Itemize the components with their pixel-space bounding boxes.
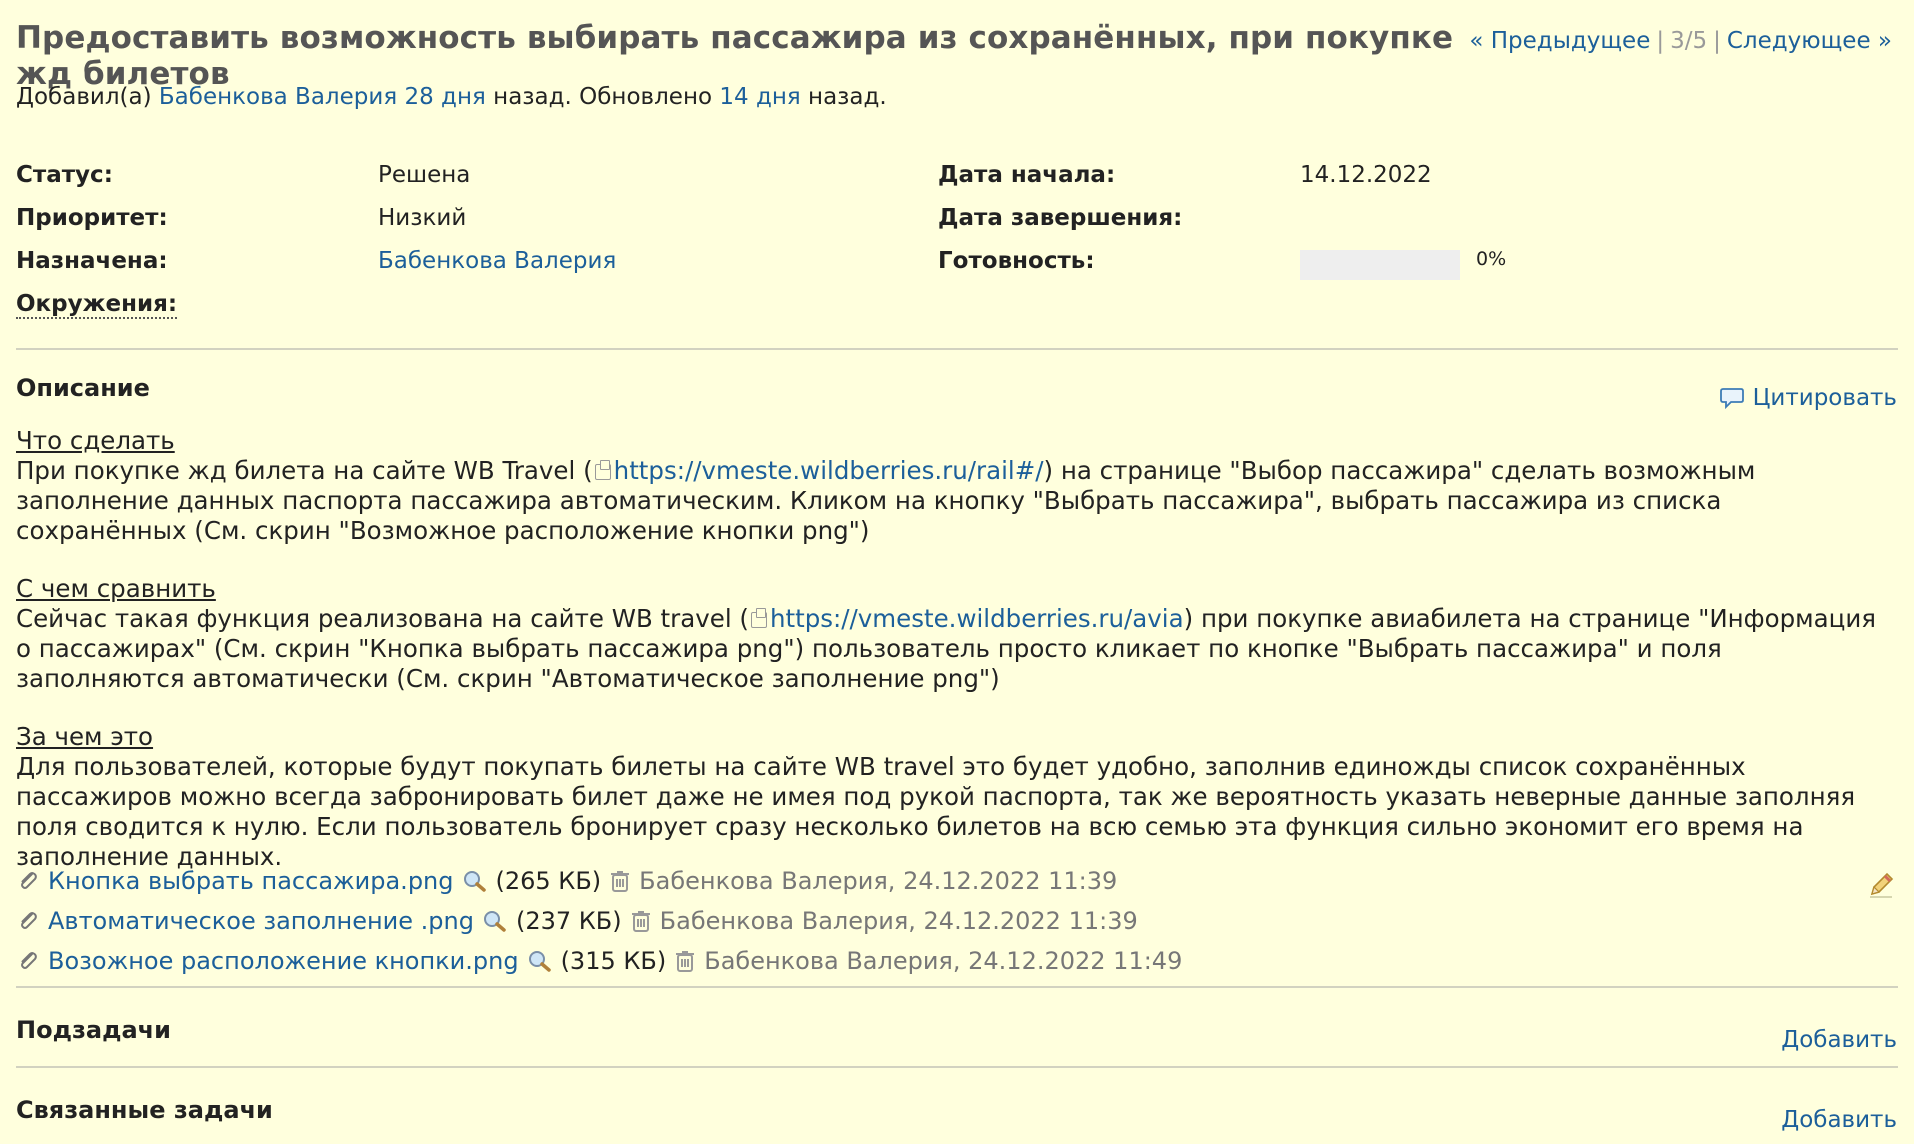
- added-ago-link[interactable]: 28 дня: [404, 84, 485, 110]
- attachment-item: Возожное расположение кнопки.png (315 КБ…: [16, 944, 1182, 978]
- attachment-meta: Бабенкова Валерия, 24.12.2022 11:39: [659, 907, 1138, 935]
- status-label: Статус:: [16, 162, 113, 188]
- paperclip-icon: [21, 912, 37, 929]
- updated-ago-link[interactable]: 14 дня: [719, 84, 800, 110]
- author-prefix: Добавил(а): [16, 84, 152, 110]
- add-subtask-link[interactable]: Добавить: [1781, 1027, 1897, 1053]
- attachment-link[interactable]: Возожное расположение кнопки.png: [48, 947, 519, 975]
- trash-icon[interactable]: [674, 949, 696, 973]
- attachment-item: Автоматическое заполнение .png (237 КБ) …: [16, 904, 1138, 938]
- add-relation-link[interactable]: Добавить: [1781, 1107, 1897, 1133]
- compare-subtitle: С чем сравнить: [16, 574, 216, 603]
- issue-header: Предоставить возможность выбирать пассаж…: [16, 20, 1892, 92]
- nav-separator: |: [1656, 28, 1665, 54]
- author-line: Добавил(а) Бабенкова Валерия 28 дня наза…: [16, 84, 887, 110]
- paperclip-icon: [21, 952, 37, 969]
- environment-label[interactable]: Окружения:: [16, 291, 178, 319]
- author-link[interactable]: Бабенкова Валерия: [159, 84, 397, 110]
- attachment-item: Кнопка выбрать пассажира.png (265 КБ) Ба…: [16, 864, 1117, 898]
- divider: [16, 1066, 1898, 1068]
- updated-text: назад. Обновлено: [493, 84, 713, 110]
- attachment-size: (315 КБ): [560, 947, 667, 975]
- what-subtitle: Что сделать: [16, 426, 175, 455]
- priority-label: Приоритет:: [16, 205, 168, 231]
- attachment-link[interactable]: Автоматическое заполнение .png: [48, 907, 474, 935]
- avia-link[interactable]: https://vmeste.wildberries.ru/avia: [770, 604, 1184, 633]
- related-issues-heading: Связанные задачи: [16, 1096, 273, 1124]
- divider: [16, 986, 1898, 988]
- issue-title: Предоставить возможность выбирать пассаж…: [16, 20, 1454, 92]
- subtasks-heading: Подзадачи: [16, 1016, 171, 1044]
- next-issue-link[interactable]: Следующее »: [1727, 28, 1892, 54]
- quote-button[interactable]: Цитировать: [1719, 385, 1897, 411]
- external-link-icon: [750, 608, 767, 628]
- progress-percent: 0%: [1476, 248, 1507, 270]
- external-link-icon: [594, 460, 611, 480]
- why-paragraph: Для пользователей, которые будут покупат…: [16, 752, 1856, 871]
- start-date-label: Дата начала:: [938, 162, 1116, 188]
- progress-bar: [1300, 250, 1460, 280]
- prev-issue-link[interactable]: « Предыдущее: [1469, 28, 1650, 54]
- start-date-value: 14.12.2022: [1300, 162, 1432, 188]
- status-value: Решена: [378, 162, 471, 188]
- due-date-label: Дата завершения:: [938, 205, 1183, 231]
- attachment-link[interactable]: Кнопка выбрать пассажира.png: [48, 867, 454, 895]
- done-ratio-label: Готовность:: [938, 248, 1095, 274]
- nav-separator: |: [1713, 28, 1721, 54]
- compare-text-pre: Сейчас такая функция реализована на сайт…: [16, 604, 749, 633]
- trash-icon[interactable]: [609, 869, 631, 893]
- speech-bubble-icon: [1719, 388, 1744, 410]
- issue-navigation: « Предыдущее | 3/5 | Следующее »: [1469, 28, 1892, 54]
- pencil-icon[interactable]: [1866, 870, 1896, 900]
- magnifier-icon[interactable]: [462, 869, 488, 893]
- trash-icon[interactable]: [630, 909, 652, 933]
- what-paragraph: При покупке жд билета на сайте WB Travel…: [16, 456, 1896, 546]
- magnifier-icon[interactable]: [527, 949, 553, 973]
- description-body: Что сделать При покупке жд билета на сай…: [16, 426, 1896, 900]
- divider: [16, 348, 1898, 350]
- paperclip-icon: [21, 872, 37, 889]
- attachment-meta: Бабенкова Валерия, 24.12.2022 11:49: [704, 947, 1183, 975]
- issue-position: 3/5: [1670, 28, 1708, 54]
- priority-value: Низкий: [378, 205, 467, 231]
- what-text-pre: При покупке жд билета на сайте WB Travel…: [16, 456, 593, 485]
- attachment-size: (265 КБ): [495, 867, 602, 895]
- ago-suffix: назад.: [808, 84, 887, 110]
- assigned-label: Назначена:: [16, 248, 168, 274]
- rail-link[interactable]: https://vmeste.wildberries.ru/rail#/: [614, 456, 1044, 485]
- compare-paragraph: Сейчас такая функция реализована на сайт…: [16, 604, 1896, 694]
- assignee-link[interactable]: Бабенкова Валерия: [378, 248, 616, 274]
- why-subtitle: За чем это: [16, 722, 154, 751]
- attachment-size: (237 КБ): [515, 907, 622, 935]
- magnifier-icon[interactable]: [482, 909, 508, 933]
- attachment-meta: Бабенкова Валерия, 24.12.2022 11:39: [639, 867, 1118, 895]
- description-heading: Описание: [16, 374, 150, 402]
- issue-page: Предоставить возможность выбирать пассаж…: [0, 0, 1914, 1144]
- quote-label: Цитировать: [1752, 385, 1897, 411]
